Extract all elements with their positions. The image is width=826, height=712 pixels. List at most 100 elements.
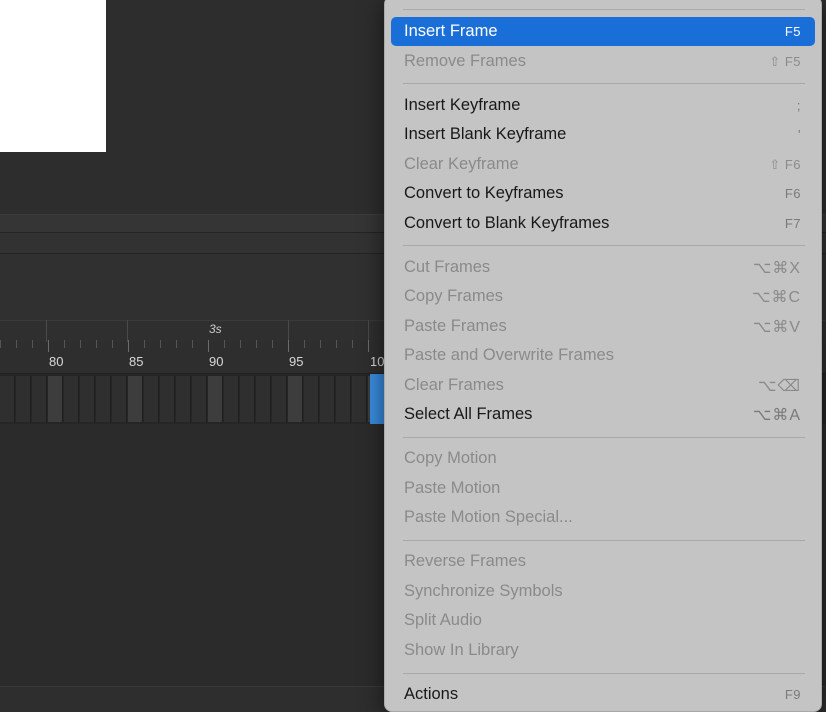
menu-item-paste-motion-special[interactable]: Paste Motion Special... — [391, 503, 815, 532]
ruler-tick — [208, 340, 209, 352]
frame-context-menu: Insert Frame F5 Remove Frames ⇧ F5 Inser… — [384, 0, 822, 712]
frame-cell[interactable] — [256, 376, 271, 422]
frame-cell[interactable] — [32, 376, 47, 422]
menu-separator — [403, 673, 805, 674]
menu-item-shortcut: ⌥⌫ — [757, 377, 801, 395]
frame-cell[interactable] — [288, 376, 303, 422]
menu-item-shortcut: ' — [798, 127, 801, 142]
menu-item-label: Paste Frames — [404, 317, 507, 335]
frame-cell[interactable] — [128, 376, 143, 422]
menu-item-select-all-frames[interactable]: Select All Frames ⌥⌘A — [391, 400, 815, 429]
ruler-tick — [16, 340, 17, 348]
ruler-tick — [352, 340, 353, 348]
menu-item-remove-frames[interactable]: Remove Frames ⇧ F5 — [391, 47, 815, 76]
ruler-tick — [128, 340, 129, 352]
menu-item-label: Clear Frames — [404, 376, 504, 394]
ruler-tick — [336, 340, 337, 348]
menu-item-clear-keyframe[interactable]: Clear Keyframe ⇧ F6 — [391, 150, 815, 179]
menu-item-shortcut: ⌥⌘A — [752, 406, 801, 424]
menu-item-label: Split Audio — [404, 611, 482, 629]
ruler-tick — [64, 340, 65, 348]
ruler-tick — [304, 340, 305, 348]
menu-item-label: Cut Frames — [404, 258, 491, 276]
frame-cell[interactable] — [272, 376, 287, 422]
menu-item-label: Actions — [404, 685, 459, 703]
menu-separator — [403, 540, 805, 541]
menu-item-shortcut: ⌥⌘C — [752, 288, 801, 306]
ruler-tick — [368, 340, 369, 352]
frame-cell[interactable] — [48, 376, 63, 422]
ruler-tick — [320, 340, 321, 348]
frame-cell[interactable] — [192, 376, 207, 422]
frame-cell[interactable] — [16, 376, 31, 422]
menu-item-convert-to-blank-keyframes[interactable]: Convert to Blank Keyframes F7 — [391, 209, 815, 238]
frame-cell[interactable] — [320, 376, 335, 422]
menu-item-label: Copy Frames — [404, 287, 504, 305]
frame-cell[interactable] — [96, 376, 111, 422]
ruler-tick — [256, 340, 257, 348]
menu-item-copy-motion[interactable]: Copy Motion — [391, 444, 815, 473]
stage-canvas[interactable] — [0, 0, 106, 152]
frame-number: 90 — [209, 354, 224, 369]
ruler-tick — [0, 340, 1, 348]
menu-item-insert-keyframe[interactable]: Insert Keyframe ; — [391, 91, 815, 120]
ruler-tick — [80, 340, 81, 348]
menu-item-label: Select All Frames — [404, 405, 533, 423]
ruler-tick — [224, 340, 225, 348]
menu-item-shortcut: F5 — [784, 24, 801, 39]
menu-item-synchronize-symbols[interactable]: Synchronize Symbols — [391, 577, 815, 606]
frame-cell[interactable] — [224, 376, 239, 422]
ruler-marker — [288, 320, 289, 342]
menu-item-cut-frames[interactable]: Cut Frames ⌥⌘X — [391, 253, 815, 282]
menu-item-actions[interactable]: Actions F9 — [391, 680, 815, 709]
ruler-marker — [46, 320, 47, 342]
frame-cell[interactable] — [112, 376, 127, 422]
frame-cell[interactable] — [80, 376, 95, 422]
ruler-tick — [48, 340, 49, 352]
ruler-tick — [192, 340, 193, 348]
frame-cell[interactable] — [0, 376, 15, 422]
menu-item-label: Synchronize Symbols — [404, 582, 563, 600]
menu-separator — [403, 245, 805, 246]
ruler-tick — [176, 340, 177, 348]
menu-separator — [403, 437, 805, 438]
menu-item-label: Clear Keyframe — [404, 155, 519, 173]
frame-cell[interactable] — [160, 376, 175, 422]
menu-item-shortcut: ⌥⌘X — [752, 259, 801, 277]
menu-item-shortcut: ⇧ F6 — [769, 156, 801, 172]
ruler-marker — [127, 320, 128, 342]
frame-number: 10 — [370, 354, 385, 369]
frame-cell[interactable] — [64, 376, 79, 422]
menu-item-paste-and-overwrite-frames[interactable]: Paste and Overwrite Frames — [391, 341, 815, 370]
menu-item-label: Remove Frames — [404, 52, 526, 70]
frame-cell[interactable] — [240, 376, 255, 422]
frame-cell[interactable] — [352, 376, 367, 422]
menu-item-paste-motion[interactable]: Paste Motion — [391, 474, 815, 503]
ruler-tick — [272, 340, 273, 348]
ruler-tick — [144, 340, 145, 348]
menu-item-shortcut: F9 — [784, 687, 801, 702]
menu-item-reverse-frames[interactable]: Reverse Frames — [391, 547, 815, 576]
frame-cell[interactable] — [208, 376, 223, 422]
menu-item-label: Show In Library — [404, 641, 519, 659]
ruler-tick — [288, 340, 289, 352]
menu-item-shortcut: F6 — [784, 186, 801, 201]
menu-item-split-audio[interactable]: Split Audio — [391, 606, 815, 635]
menu-item-label: Convert to Blank Keyframes — [404, 214, 610, 232]
menu-item-label: Convert to Keyframes — [404, 184, 564, 202]
menu-item-copy-frames[interactable]: Copy Frames ⌥⌘C — [391, 282, 815, 311]
menu-item-label: Paste and Overwrite Frames — [404, 346, 614, 364]
menu-item-convert-to-keyframes[interactable]: Convert to Keyframes F6 — [391, 179, 815, 208]
menu-item-label: Paste Motion — [404, 479, 501, 497]
menu-item-clear-frames[interactable]: Clear Frames ⌥⌫ — [391, 371, 815, 400]
menu-item-label: Reverse Frames — [404, 552, 526, 570]
menu-item-show-in-library[interactable]: Show In Library — [391, 636, 815, 665]
frame-cell[interactable] — [176, 376, 191, 422]
menu-item-insert-frame[interactable]: Insert Frame F5 — [391, 17, 815, 46]
menu-item-insert-blank-keyframe[interactable]: Insert Blank Keyframe ' — [391, 120, 815, 149]
frame-cell[interactable] — [144, 376, 159, 422]
frame-cell[interactable] — [336, 376, 351, 422]
frame-cell[interactable] — [304, 376, 319, 422]
menu-separator — [403, 9, 805, 10]
menu-item-paste-frames[interactable]: Paste Frames ⌥⌘V — [391, 312, 815, 341]
